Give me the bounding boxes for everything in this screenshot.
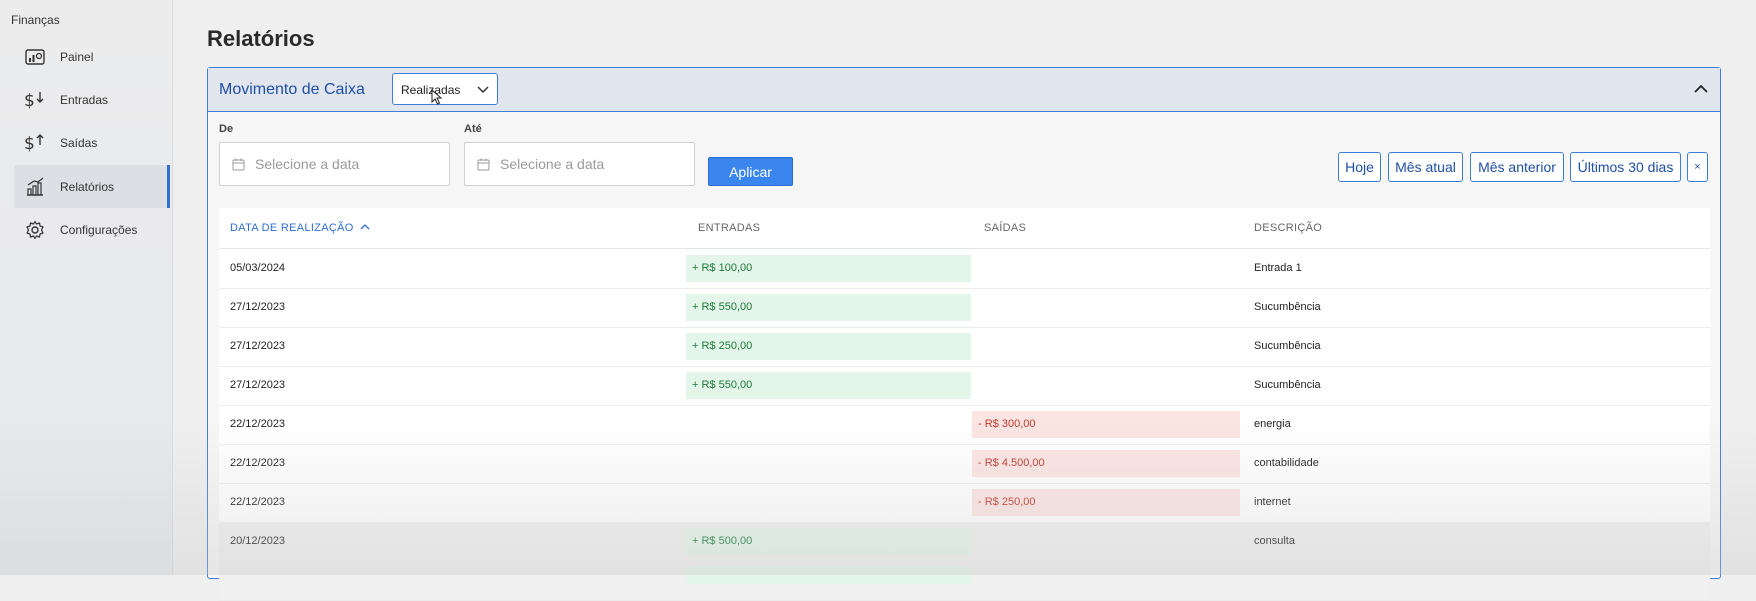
- to-label: Até: [464, 123, 482, 135]
- row-income: + R$ 100,00: [686, 255, 971, 282]
- sidebar-item-relatorios[interactable]: Relatórios: [14, 165, 170, 208]
- row-description: Sucumbência: [1254, 379, 1321, 391]
- row-income-partial: [686, 567, 971, 584]
- row-income: + R$ 250,00: [686, 333, 971, 360]
- clear-filter-button[interactable]: ×: [1687, 152, 1708, 182]
- report-chart-icon: [24, 176, 46, 198]
- last-30-days-button[interactable]: Últimos 30 dias: [1570, 152, 1681, 182]
- table-row[interactable]: 27/12/2023 + R$ 250,00 Sucumbência: [219, 327, 1710, 367]
- column-header-income[interactable]: ENTRADAS: [698, 222, 760, 234]
- row-income: + R$ 500,00: [686, 528, 971, 555]
- from-date-field[interactable]: Selecione a data: [219, 142, 450, 186]
- column-header-expense[interactable]: SAÍDAS: [984, 222, 1026, 234]
- table-row[interactable]: 22/12/2023 - R$ 4.500,00 contabilidade: [219, 444, 1710, 484]
- apply-button[interactable]: Aplicar: [708, 157, 793, 186]
- row-expense: - R$ 300,00: [972, 411, 1240, 438]
- previous-month-button[interactable]: Mês anterior: [1470, 152, 1564, 182]
- row-description: contabilidade: [1254, 457, 1319, 469]
- status-select[interactable]: Realizadas: [392, 73, 498, 105]
- to-date-field[interactable]: Selecione a data: [464, 142, 695, 186]
- row-date: 22/12/2023: [230, 418, 286, 430]
- table-row-partial[interactable]: [219, 561, 1710, 601]
- row-date: 22/12/2023: [230, 496, 286, 508]
- sidebar: Finanças Painel $ Entradas $ Saídas Rela…: [0, 0, 173, 575]
- row-description: internet: [1254, 496, 1291, 508]
- current-month-button[interactable]: Mês atual: [1388, 152, 1463, 182]
- calendar-icon: [477, 158, 490, 171]
- table-row[interactable]: 05/03/2024 + R$ 100,00 Entrada 1: [219, 249, 1710, 289]
- row-income: + R$ 550,00: [686, 294, 971, 321]
- today-button[interactable]: Hoje: [1338, 152, 1381, 182]
- row-date: 27/12/2023: [230, 340, 286, 352]
- row-date: 22/12/2023: [230, 457, 286, 469]
- chevron-up-icon[interactable]: [1694, 81, 1708, 99]
- chevron-down-icon: [477, 83, 489, 97]
- sidebar-item-label: Painel: [60, 49, 94, 64]
- app-brand: Finanças: [11, 13, 60, 27]
- gear-icon: [24, 219, 46, 241]
- panel-title: Movimento de Caixa: [219, 81, 365, 98]
- row-description: energia: [1254, 418, 1291, 430]
- row-income: + R$ 550,00: [686, 372, 971, 399]
- dollar-arrow-down-icon: $: [24, 89, 46, 111]
- sidebar-item-label: Entradas: [60, 92, 109, 107]
- row-description: Sucumbência: [1254, 301, 1321, 313]
- sort-ascending-icon: [360, 224, 370, 230]
- row-date: 27/12/2023: [230, 379, 286, 391]
- sidebar-item-saidas[interactable]: $ Saídas: [14, 121, 170, 164]
- calendar-icon: [232, 158, 245, 171]
- column-header-date-label: DATA DE REALIZAÇÃO: [230, 222, 354, 234]
- table-row[interactable]: 27/12/2023 + R$ 550,00 Sucumbência: [219, 288, 1710, 328]
- from-date-placeholder: Selecione a data: [255, 156, 360, 172]
- sidebar-item-label: Configurações: [60, 222, 138, 237]
- svg-text:$: $: [24, 134, 35, 153]
- to-date-placeholder: Selecione a data: [500, 156, 605, 172]
- sidebar-item-label: Saídas: [60, 135, 98, 150]
- row-date: 20/12/2023: [230, 535, 286, 547]
- row-expense: - R$ 4.500,00: [972, 450, 1240, 477]
- cash-flow-panel: Movimento de Caixa Realizadas De Até Sel…: [207, 67, 1721, 601]
- sidebar-item-label: Relatórios: [60, 179, 115, 194]
- row-description: Entrada 1: [1254, 262, 1302, 274]
- transactions-table: DATA DE REALIZAÇÃO ENTRADAS SAÍDAS DESCR…: [219, 208, 1710, 601]
- row-description: Sucumbência: [1254, 340, 1321, 352]
- table-row[interactable]: 22/12/2023 - R$ 250,00 internet: [219, 483, 1710, 523]
- row-date: 05/03/2024: [230, 262, 286, 274]
- table-row[interactable]: 20/12/2023 + R$ 500,00 consulta: [219, 522, 1710, 562]
- dashboard-chart-icon: [24, 46, 46, 68]
- row-date: 27/12/2023: [230, 301, 286, 313]
- column-header-date[interactable]: DATA DE REALIZAÇÃO: [230, 222, 370, 234]
- sidebar-item-entradas[interactable]: $ Entradas: [14, 78, 170, 121]
- panel-header[interactable]: Movimento de Caixa Realizadas: [208, 68, 1720, 112]
- sidebar-item-configuracoes[interactable]: Configurações: [14, 208, 170, 251]
- from-label: De: [219, 123, 234, 135]
- column-header-description[interactable]: DESCRIÇÃO: [1254, 222, 1322, 234]
- table-row[interactable]: 27/12/2023 + R$ 550,00 Sucumbência: [219, 366, 1710, 406]
- svg-text:$: $: [24, 91, 35, 110]
- mouse-cursor-icon: [431, 88, 443, 108]
- dollar-arrow-up-icon: $: [24, 132, 46, 154]
- row-expense: - R$ 250,00: [972, 489, 1240, 516]
- sidebar-item-painel[interactable]: Painel: [14, 35, 170, 78]
- table-header: DATA DE REALIZAÇÃO ENTRADAS SAÍDAS DESCR…: [219, 208, 1710, 249]
- row-description: consulta: [1254, 535, 1295, 547]
- table-row[interactable]: 22/12/2023 - R$ 300,00 energia: [219, 405, 1710, 445]
- page-title: Relatórios: [207, 26, 315, 51]
